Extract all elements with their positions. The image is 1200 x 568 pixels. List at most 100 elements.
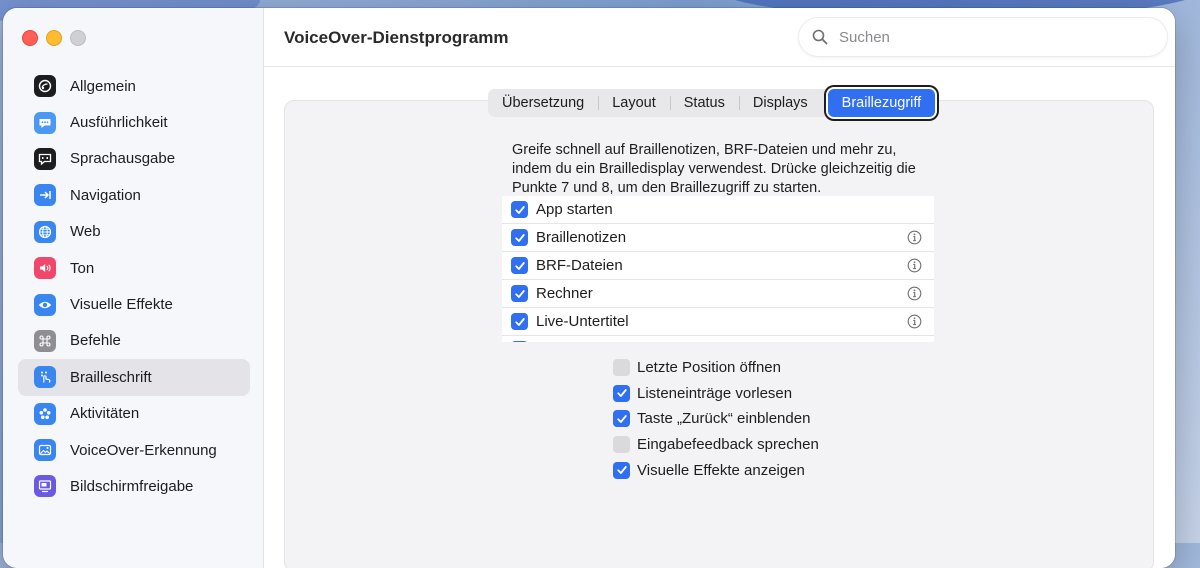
sidebar-item-label: Allgemein: [70, 77, 136, 95]
braillenotizen-checkbox[interactable]: [511, 229, 528, 246]
sidebar-item-befehle[interactable]: Befehle: [18, 323, 250, 359]
command-icon: [34, 329, 56, 352]
app-starten-checkbox[interactable]: [511, 201, 528, 218]
option-label: Taste „Zurück“ einblenden: [637, 410, 811, 428]
tab-layout[interactable]: Layout: [598, 89, 670, 117]
eye-icon: [34, 293, 56, 316]
sidebar-item-label: Ton: [70, 259, 95, 277]
option-label: Eingabefeedback sprechen: [637, 436, 819, 454]
tab-bar: Übersetzung Layout Status Displays Brail…: [488, 89, 936, 117]
sidebar-item-label: Visuelle Effekte: [70, 296, 173, 314]
checkmark-icon: [514, 261, 525, 270]
sidebar-item-label: Navigation: [70, 186, 141, 204]
sidebar-item-voiceover-erkennung[interactable]: VoiceOver-Erkennung: [18, 432, 250, 468]
sidebar-item-label: Bildschirmfreigabe: [70, 477, 194, 495]
braille-access-description: Greife schnell auf Braillenotizen, BRF-D…: [512, 142, 916, 196]
braille-settings-panel: Übersetzung Layout Status Displays Brail…: [284, 89, 1154, 568]
list-item: Rechner: [502, 280, 934, 308]
speech-bubble-icon: [34, 111, 56, 134]
sidebar-item-label: Brailleschrift: [70, 368, 152, 386]
voiceover-utility-window: Allgemein Ausführlichkeit Sprachausgabe …: [3, 8, 1175, 568]
tab-displays[interactable]: Displays: [738, 89, 822, 117]
option-row[interactable]: Listeneinträge vorlesen: [613, 381, 819, 407]
search-input[interactable]: [837, 27, 1141, 47]
sidebar-item-label: VoiceOver-Erkennung: [70, 441, 217, 459]
checkmark-icon: [616, 389, 627, 398]
screen-sharing-icon: [34, 475, 56, 498]
search-icon: [812, 29, 828, 45]
rechner-checkbox[interactable]: [511, 285, 528, 302]
tab-status[interactable]: Status: [669, 89, 739, 117]
checkmark-icon: [514, 233, 525, 242]
tab-braillezugriff[interactable]: Braillezugriff: [827, 89, 936, 117]
sidebar-item-aktivitaeten[interactable]: Aktivitäten: [18, 396, 250, 432]
list-item-label: BRF-Dateien: [536, 257, 623, 274]
window-title: VoiceOver-Dienstprogramm: [284, 28, 509, 47]
listeneintraege-checkbox[interactable]: [613, 384, 630, 402]
sidebar-item-ausfuehrlichkeit[interactable]: Ausführlichkeit: [18, 104, 250, 140]
sidebar-item-sprachausgabe[interactable]: Sprachausgabe: [18, 141, 250, 177]
list-item: [502, 336, 934, 342]
letzte-position-checkbox[interactable]: [613, 359, 630, 377]
sidebar-item-allgemein[interactable]: Allgemein: [18, 68, 250, 104]
list-item-label: Rechner: [536, 285, 593, 302]
sidebar-item-label: Web: [70, 223, 101, 241]
info-icon[interactable]: [907, 258, 922, 273]
checkmark-icon: [514, 205, 525, 214]
speaker-icon: [34, 257, 56, 280]
info-icon[interactable]: [907, 286, 922, 301]
list-item-label: App starten: [536, 201, 613, 218]
sidebar-item-label: Aktivitäten: [70, 405, 140, 423]
search-field[interactable]: [799, 18, 1167, 56]
sidebar-item-web[interactable]: Web: [18, 214, 250, 250]
taste-zurueck-checkbox[interactable]: [613, 410, 630, 428]
sidebar-list: Allgemein Ausführlichkeit Sprachausgabe …: [18, 68, 250, 505]
sidebar-item-navigation[interactable]: Navigation: [18, 177, 250, 213]
braille-access-options: Letzte Position öffnen Listeneinträge vo…: [613, 355, 819, 483]
close-window-button[interactable]: [22, 30, 38, 46]
info-icon[interactable]: [907, 230, 922, 245]
sidebar-item-bildschirmfreigabe[interactable]: Bildschirmfreigabe: [18, 468, 250, 504]
sidebar-item-ton[interactable]: Ton: [18, 250, 250, 286]
list-item-label: Live-Untertitel: [536, 313, 629, 330]
option-label: Listeneinträge vorlesen: [637, 384, 793, 402]
checkmark-icon: [616, 466, 627, 475]
option-row[interactable]: Eingabefeedback sprechen: [613, 432, 819, 458]
sidebar: Allgemein Ausführlichkeit Sprachausgabe …: [3, 8, 264, 568]
sidebar-item-visuelle-effekte[interactable]: Visuelle Effekte: [18, 286, 250, 322]
option-row[interactable]: Taste „Zurück“ einblenden: [613, 406, 819, 432]
main-content: VoiceOver-Dienstprogramm Übersetzung Lay…: [264, 8, 1175, 568]
list-item: Live-Untertitel: [502, 308, 934, 336]
option-row[interactable]: Letzte Position öffnen: [613, 355, 819, 381]
sidebar-item-brailleschrift[interactable]: Brailleschrift: [18, 359, 250, 396]
brf-dateien-checkbox[interactable]: [511, 257, 528, 274]
option-label: Letzte Position öffnen: [637, 359, 781, 377]
braille-apps-list[interactable]: App starten Braillenotizen BRF-Dateien R…: [502, 196, 934, 342]
list-item: App starten: [502, 196, 934, 224]
braille-icon: [34, 366, 56, 389]
arrow-right-icon: [34, 184, 56, 207]
visuelle-effekte-checkbox[interactable]: [613, 461, 630, 479]
checkmark-icon: [514, 317, 525, 326]
partial-row-checkbox[interactable]: [511, 341, 528, 342]
live-untertitel-checkbox[interactable]: [511, 313, 528, 330]
info-icon[interactable]: [907, 314, 922, 329]
header-divider: [264, 66, 1175, 67]
sidebar-item-label: Befehle: [70, 332, 121, 350]
sidebar-item-label: Ausführlichkeit: [70, 114, 168, 132]
option-label: Visuelle Effekte anzeigen: [637, 461, 805, 479]
voiceover-icon: [34, 75, 56, 98]
minimize-window-button[interactable]: [46, 30, 62, 46]
globe-icon: [34, 220, 56, 243]
option-row[interactable]: Visuelle Effekte anzeigen: [613, 457, 819, 483]
sidebar-item-label: Sprachausgabe: [70, 150, 176, 168]
eingabefeedback-checkbox[interactable]: [613, 436, 630, 454]
speech-icon: [34, 147, 56, 170]
list-item-label: Braillenotizen: [536, 229, 627, 246]
activities-icon: [34, 402, 56, 425]
list-item: Braillenotizen: [502, 224, 934, 252]
recognition-icon: [34, 439, 56, 462]
zoom-window-button[interactable]: [70, 30, 86, 46]
tab-uebersetzung[interactable]: Übersetzung: [488, 89, 598, 117]
list-item: BRF-Dateien: [502, 252, 934, 280]
